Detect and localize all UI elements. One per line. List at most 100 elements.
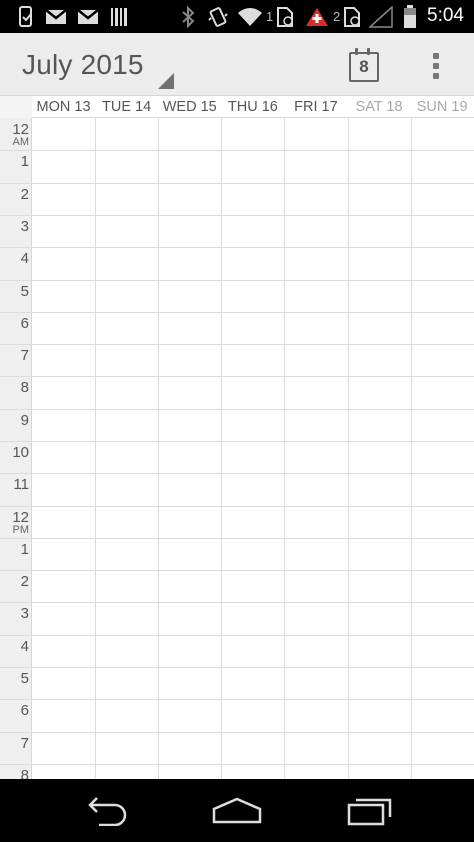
wifi-icon [236,0,264,33]
gmail-icon [76,0,100,33]
hour-label: 4 [0,251,29,266]
hour-divider [0,570,474,571]
gmail-icon [44,0,68,33]
hour-label: 5 [0,284,29,299]
hour-divider [0,409,474,410]
hour-label: 1 [0,154,29,169]
overflow-menu-icon [433,53,439,59]
hour-divider [0,183,474,184]
hour-label: 8 [0,380,29,395]
hour-divider [0,602,474,603]
hour-number: 7 [20,347,29,364]
overflow-menu-icon [433,63,439,69]
battery-icon [400,0,420,33]
hour-divider [0,441,474,442]
back-icon [88,797,127,826]
hour-number: 11 [13,476,29,493]
hour-label: 11 [0,477,29,492]
hour-number: 6 [20,702,29,719]
hour-number: 7 [20,735,29,752]
hour-number: 9 [20,412,29,429]
hour-divider [0,312,474,313]
hour-divider [0,699,474,700]
hour-divider [0,538,474,539]
sim-icon [275,0,295,33]
month-title: July 2015 [22,49,144,80]
hour-label: 6 [0,703,29,718]
hour-label: 7 [0,736,29,751]
hour-label: 5 [0,671,29,686]
hour-label: 10 [0,445,29,460]
hour-number: 8 [20,767,29,779]
recent-apps-button[interactable] [335,789,405,833]
today-button[interactable]: 8 [346,47,380,83]
week-grid[interactable]: 12 AM 1 2 3 4 5 6 7 8 9 10 11 12 PM 1 2 3 4 5 6 7 8 [0,118,474,779]
navigation-bar [0,779,474,842]
home-button[interactable] [202,789,272,833]
day-column-divider [95,118,96,779]
hour-number: 10 [12,444,29,461]
hour-label: 12 AM [0,122,29,148]
day-header-fri[interactable]: FRI 17 [284,99,347,115]
usb-debug-icon [14,0,38,33]
hour-number: 4 [20,250,29,267]
hour-number: 8 [20,379,29,396]
sim2-badge: 2 [333,9,341,24]
hour-divider [0,635,474,636]
hour-label: 2 [0,574,29,589]
hour-label: 8 [0,768,29,779]
day-header-sat[interactable]: SAT 18 [348,99,411,115]
hour-number: 2 [20,573,29,590]
hour-label: 3 [0,606,29,621]
today-day-number: 8 [359,57,369,76]
sim1-badge: 1 [266,9,274,24]
day-column-divider [348,118,349,779]
status-time: 5:04 [427,5,464,26]
hour-label: 4 [0,639,29,654]
alert-icon [305,0,329,33]
day-header-mon[interactable]: MON 13 [32,99,95,115]
header-gutter [0,96,32,118]
day-header-row: MON 13 TUE 14 WED 15 THU 16 FRI 17 SAT 18 SUN … [0,96,474,118]
day-header-thu[interactable]: THU 16 [221,99,284,115]
home-icon [212,797,262,824]
hour-number: 4 [20,638,29,655]
hour-divider [0,247,474,248]
hour-divider [0,764,474,765]
day-header-tue[interactable]: TUE 14 [95,99,158,115]
day-column-divider [221,118,222,779]
recent-apps-icon [347,798,392,826]
hour-number: 6 [20,315,29,332]
back-button[interactable] [70,789,140,833]
hour-divider [0,506,474,507]
hour-label: 9 [0,413,29,428]
day-column-divider [158,118,159,779]
hour-divider [0,344,474,345]
hour-number: 3 [20,605,29,622]
meridiem-label: AM [12,136,30,148]
day-header-sun[interactable]: SUN 19 [411,99,474,115]
hour-number: 5 [20,283,29,300]
bluetooth-icon [178,0,198,33]
hour-number: 5 [20,670,29,687]
hour-divider [0,667,474,668]
sim-icon [342,0,362,33]
hour-label: 6 [0,316,29,331]
hour-number: 2 [20,186,29,203]
meridiem-label: PM [12,524,30,536]
barcode-icon [108,0,130,33]
signal-icon [368,0,394,33]
overflow-menu-button[interactable] [426,47,446,83]
dropdown-caret-icon [158,73,174,89]
day-column-divider [411,118,412,779]
hour-number: 1 [20,541,29,558]
month-selector[interactable]: July 2015 [0,33,180,95]
hour-label: 7 [0,348,29,363]
day-header-wed[interactable]: WED 15 [158,99,221,115]
day-column-divider [284,118,285,779]
overflow-menu-icon [433,73,439,79]
hour-divider [0,732,474,733]
status-bar: 1 2 5:04 [0,0,474,33]
hour-label: 3 [0,219,29,234]
hour-label: 2 [0,187,29,202]
